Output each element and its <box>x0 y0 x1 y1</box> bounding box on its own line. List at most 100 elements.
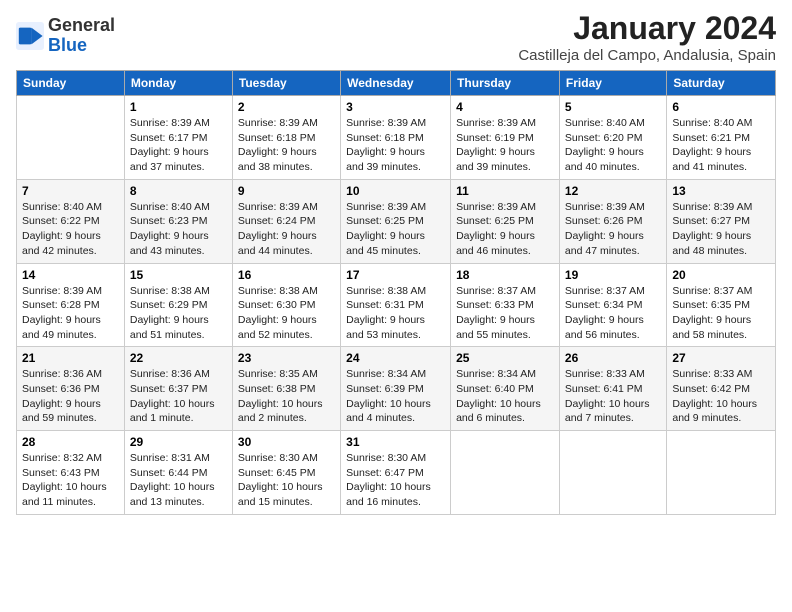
day-number: 27 <box>672 351 770 365</box>
day-info: Sunrise: 8:39 AMSunset: 6:25 PMDaylight:… <box>346 200 445 259</box>
calendar-cell <box>559 431 666 515</box>
calendar-cell: 9 Sunrise: 8:39 AMSunset: 6:24 PMDaylight… <box>232 179 340 263</box>
day-info: Sunrise: 8:40 AMSunset: 6:23 PMDaylight:… <box>130 200 227 259</box>
calendar-cell: 10Sunrise: 8:39 AMSunset: 6:25 PMDayligh… <box>341 179 451 263</box>
calendar-cell: 6 Sunrise: 8:40 AMSunset: 6:21 PMDaylight… <box>667 96 776 180</box>
day-info: Sunrise: 8:37 AMSunset: 6:34 PMDaylight:… <box>565 284 661 343</box>
calendar-week-row: 1 Sunrise: 8:39 AMSunset: 6:17 PMDaylight… <box>17 96 776 180</box>
day-number: 19 <box>565 268 661 282</box>
day-number: 15 <box>130 268 227 282</box>
weekday-header-row: SundayMondayTuesdayWednesdayThursdayFrid… <box>17 71 776 96</box>
calendar-cell: 22Sunrise: 8:36 AMSunset: 6:37 PMDayligh… <box>124 347 232 431</box>
calendar-week-row: 28 Sunrise: 8:32 AMSunset: 6:43 PMDayligh… <box>17 431 776 515</box>
day-number: 29 <box>130 435 227 449</box>
calendar-cell: 7 Sunrise: 8:40 AMSunset: 6:22 PMDaylight… <box>17 179 125 263</box>
weekday-header: Thursday <box>451 71 560 96</box>
weekday-header: Tuesday <box>232 71 340 96</box>
calendar-cell: 25Sunrise: 8:34 AMSunset: 6:40 PMDayligh… <box>451 347 560 431</box>
day-number: 7 <box>22 184 119 198</box>
calendar-cell: 2 Sunrise: 8:39 AMSunset: 6:18 PMDaylight… <box>232 96 340 180</box>
calendar-cell: 16Sunrise: 8:38 AMSunset: 6:30 PMDayligh… <box>232 263 340 347</box>
calendar-cell <box>667 431 776 515</box>
calendar-title: January 2024 <box>518 10 776 47</box>
calendar-week-row: 21 Sunrise: 8:36 AMSunset: 6:36 PMDayligh… <box>17 347 776 431</box>
day-info: Sunrise: 8:40 AMSunset: 6:20 PMDaylight:… <box>565 116 661 175</box>
calendar-cell: 15 Sunrise: 8:38 AMSunset: 6:29 PMDayligh… <box>124 263 232 347</box>
day-info: Sunrise: 8:30 AMSunset: 6:45 PMDaylight:… <box>238 451 335 510</box>
day-info: Sunrise: 8:38 AMSunset: 6:31 PMDaylight:… <box>346 284 445 343</box>
day-number: 12 <box>565 184 661 198</box>
calendar-cell: 27 Sunrise: 8:33 AMSunset: 6:42 PMDayligh… <box>667 347 776 431</box>
calendar-body: 1 Sunrise: 8:39 AMSunset: 6:17 PMDaylight… <box>17 96 776 515</box>
day-info: Sunrise: 8:36 AMSunset: 6:36 PMDaylight:… <box>22 367 119 426</box>
calendar-subtitle: Castilleja del Campo, Andalusia, Spain <box>518 47 776 64</box>
day-number: 28 <box>22 435 119 449</box>
day-number: 11 <box>456 184 554 198</box>
day-number: 8 <box>130 184 227 198</box>
day-number: 31 <box>346 435 445 449</box>
logo-icon <box>16 22 44 50</box>
title-block: January 2024 Castilleja del Campo, Andal… <box>518 10 776 64</box>
day-info: Sunrise: 8:39 AMSunset: 6:27 PMDaylight:… <box>672 200 770 259</box>
day-info: Sunrise: 8:39 AMSunset: 6:28 PMDaylight:… <box>22 284 119 343</box>
calendar-cell: 18Sunrise: 8:37 AMSunset: 6:33 PMDayligh… <box>451 263 560 347</box>
day-number: 5 <box>565 100 661 114</box>
calendar-cell: 12 Sunrise: 8:39 AMSunset: 6:26 PMDayligh… <box>559 179 666 263</box>
weekday-header: Monday <box>124 71 232 96</box>
day-number: 6 <box>672 100 770 114</box>
day-number: 1 <box>130 100 227 114</box>
day-number: 2 <box>238 100 335 114</box>
calendar-cell <box>17 96 125 180</box>
day-info: Sunrise: 8:39 AMSunset: 6:25 PMDaylight:… <box>456 200 554 259</box>
day-info: Sunrise: 8:39 AMSunset: 6:18 PMDaylight:… <box>346 116 445 175</box>
day-number: 9 <box>238 184 335 198</box>
calendar-cell: 30 Sunrise: 8:30 AMSunset: 6:45 PMDayligh… <box>232 431 340 515</box>
calendar-cell: 23Sunrise: 8:35 AMSunset: 6:38 PMDayligh… <box>232 347 340 431</box>
day-info: Sunrise: 8:33 AMSunset: 6:42 PMDaylight:… <box>672 367 770 426</box>
day-number: 17 <box>346 268 445 282</box>
logo: General Blue <box>16 16 115 56</box>
day-info: Sunrise: 8:40 AMSunset: 6:22 PMDaylight:… <box>22 200 119 259</box>
calendar-cell: 17 Sunrise: 8:38 AMSunset: 6:31 PMDayligh… <box>341 263 451 347</box>
calendar-cell: 5 Sunrise: 8:40 AMSunset: 6:20 PMDaylight… <box>559 96 666 180</box>
day-info: Sunrise: 8:40 AMSunset: 6:21 PMDaylight:… <box>672 116 770 175</box>
day-info: Sunrise: 8:37 AMSunset: 6:35 PMDaylight:… <box>672 284 770 343</box>
day-info: Sunrise: 8:38 AMSunset: 6:29 PMDaylight:… <box>130 284 227 343</box>
day-number: 30 <box>238 435 335 449</box>
calendar-cell: 11 Sunrise: 8:39 AMSunset: 6:25 PMDayligh… <box>451 179 560 263</box>
weekday-header: Sunday <box>17 71 125 96</box>
day-number: 21 <box>22 351 119 365</box>
calendar-cell: 19 Sunrise: 8:37 AMSunset: 6:34 PMDayligh… <box>559 263 666 347</box>
day-info: Sunrise: 8:33 AMSunset: 6:41 PMDaylight:… <box>565 367 661 426</box>
calendar-cell: 1 Sunrise: 8:39 AMSunset: 6:17 PMDaylight… <box>124 96 232 180</box>
day-info: Sunrise: 8:32 AMSunset: 6:43 PMDaylight:… <box>22 451 119 510</box>
calendar-cell: 21 Sunrise: 8:36 AMSunset: 6:36 PMDayligh… <box>17 347 125 431</box>
day-info: Sunrise: 8:31 AMSunset: 6:44 PMDaylight:… <box>130 451 227 510</box>
calendar-cell: 14 Sunrise: 8:39 AMSunset: 6:28 PMDayligh… <box>17 263 125 347</box>
day-number: 14 <box>22 268 119 282</box>
logo-text: General Blue <box>48 16 115 56</box>
day-info: Sunrise: 8:39 AMSunset: 6:17 PMDaylight:… <box>130 116 227 175</box>
weekday-header: Friday <box>559 71 666 96</box>
day-number: 22 <box>130 351 227 365</box>
calendar-week-row: 14 Sunrise: 8:39 AMSunset: 6:28 PMDayligh… <box>17 263 776 347</box>
calendar-cell: 4Sunrise: 8:39 AMSunset: 6:19 PMDaylight… <box>451 96 560 180</box>
day-number: 23 <box>238 351 335 365</box>
calendar-cell: 29 Sunrise: 8:31 AMSunset: 6:44 PMDayligh… <box>124 431 232 515</box>
day-number: 18 <box>456 268 554 282</box>
day-info: Sunrise: 8:39 AMSunset: 6:26 PMDaylight:… <box>565 200 661 259</box>
day-info: Sunrise: 8:39 AMSunset: 6:24 PMDaylight:… <box>238 200 335 259</box>
calendar-cell <box>451 431 560 515</box>
day-number: 16 <box>238 268 335 282</box>
day-info: Sunrise: 8:30 AMSunset: 6:47 PMDaylight:… <box>346 451 445 510</box>
calendar-cell: 31 Sunrise: 8:30 AMSunset: 6:47 PMDayligh… <box>341 431 451 515</box>
calendar-cell: 8 Sunrise: 8:40 AMSunset: 6:23 PMDaylight… <box>124 179 232 263</box>
day-number: 3 <box>346 100 445 114</box>
day-info: Sunrise: 8:39 AMSunset: 6:19 PMDaylight:… <box>456 116 554 175</box>
day-number: 20 <box>672 268 770 282</box>
calendar-cell: 28 Sunrise: 8:32 AMSunset: 6:43 PMDayligh… <box>17 431 125 515</box>
calendar-cell: 3 Sunrise: 8:39 AMSunset: 6:18 PMDaylight… <box>341 96 451 180</box>
calendar-cell: 20 Sunrise: 8:37 AMSunset: 6:35 PMDayligh… <box>667 263 776 347</box>
day-info: Sunrise: 8:39 AMSunset: 6:18 PMDaylight:… <box>238 116 335 175</box>
day-number: 13 <box>672 184 770 198</box>
